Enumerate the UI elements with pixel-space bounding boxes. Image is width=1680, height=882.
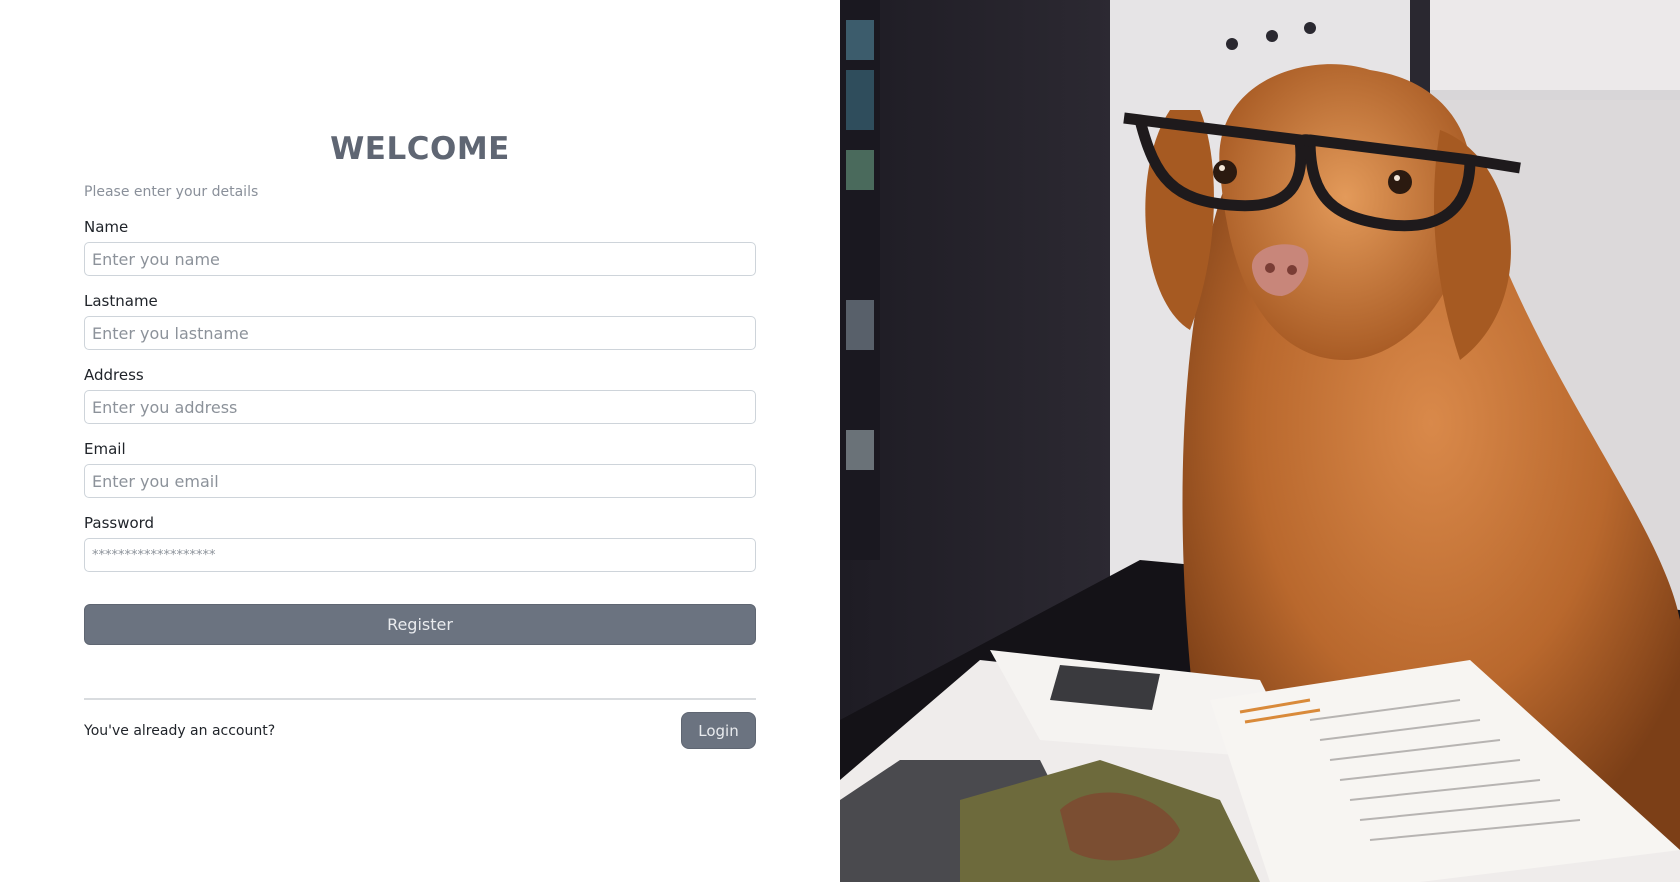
account-prompt-text: You've already an account? <box>84 722 276 739</box>
address-field-group: Address <box>84 364 756 424</box>
page-title: WELCOME <box>330 131 510 167</box>
form-panel: WELCOME Please enter your details Name L… <box>0 0 840 882</box>
register-page: WELCOME Please enter your details Name L… <box>0 0 1680 882</box>
divider <box>84 698 756 700</box>
hero-image-panel <box>840 0 1680 882</box>
lastname-input[interactable] <box>84 316 756 350</box>
dog-with-glasses-photo <box>840 0 1680 882</box>
address-input[interactable] <box>84 390 756 424</box>
password-field-group: Password <box>84 512 756 572</box>
address-label: Address <box>84 366 144 384</box>
email-input[interactable] <box>84 464 756 498</box>
login-button[interactable]: Login <box>681 712 756 749</box>
register-button[interactable]: Register <box>84 604 756 645</box>
register-form: WELCOME Please enter your details Name L… <box>84 126 756 749</box>
lastname-label: Lastname <box>84 292 158 310</box>
name-field-group: Name <box>84 216 756 276</box>
lastname-field-group: Lastname <box>84 290 756 350</box>
name-input[interactable] <box>84 242 756 276</box>
page-subtitle: Please enter your details <box>84 184 259 200</box>
email-field-group: Email <box>84 438 756 498</box>
email-label: Email <box>84 440 126 458</box>
password-label: Password <box>84 514 155 532</box>
name-label: Name <box>84 218 129 236</box>
login-prompt-row: You've already an account? Login <box>84 712 756 749</box>
password-input[interactable] <box>84 538 756 572</box>
